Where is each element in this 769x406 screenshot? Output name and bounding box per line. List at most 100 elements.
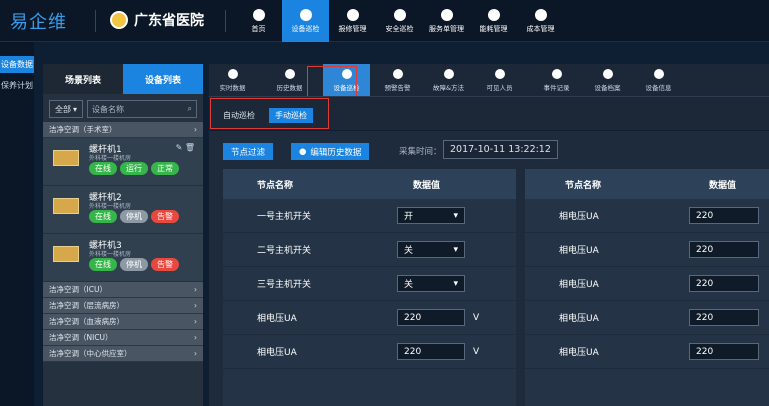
- search-input[interactable]: 设备名称 ⌕: [87, 100, 197, 118]
- table-row: 相电压UA 220 V: [223, 335, 516, 369]
- nav-service[interactable]: 服务单管理: [423, 0, 470, 42]
- realtime-icon: [227, 68, 238, 79]
- caret-down-icon: ▾: [453, 244, 458, 255]
- device-item[interactable]: 螺杆机2 外科楼一楼机房 在线 停机 告警: [43, 186, 203, 234]
- device-item[interactable]: 螺杆机3 外科楼一楼机房 在线 停机 告警: [43, 234, 203, 282]
- status-badge: 运行: [120, 162, 148, 175]
- value-select[interactable]: 关 ▾: [397, 241, 465, 258]
- divider: [95, 10, 96, 32]
- table-row: 相电压UA 220 V: [223, 301, 516, 335]
- info-icon: [653, 68, 664, 79]
- history-icon: [284, 68, 295, 79]
- tab-alert[interactable]: 预警告警: [374, 64, 421, 96]
- repair-icon: [346, 8, 359, 21]
- cost-icon: [534, 8, 547, 21]
- device-item[interactable]: 螺杆机1 外科楼一楼机房 ✎ 🗑 在线 运行 正常: [43, 138, 203, 186]
- device-thumbnail: [53, 150, 79, 166]
- device-thumbnail: [53, 246, 79, 262]
- caret-down-icon: ▾: [453, 278, 458, 289]
- group-header[interactable]: 洁净空调（手术室） ›: [43, 122, 203, 138]
- top-nav: 首页 设备巡检 报修管理 安全巡检 服务单管理 能耗管理 成本管理: [235, 0, 564, 42]
- status-badge: 告警: [151, 258, 179, 271]
- caret-down-icon: ▾: [72, 104, 77, 114]
- tab-device-list[interactable]: 设备列表: [123, 64, 203, 94]
- value-input[interactable]: 220: [689, 275, 759, 292]
- nav-cost[interactable]: 成本管理: [517, 0, 564, 42]
- tab-events[interactable]: 事件记录: [533, 64, 580, 96]
- value-input[interactable]: 220: [397, 343, 465, 360]
- tab-scene-list[interactable]: 场景列表: [43, 64, 123, 94]
- edit-history-button[interactable]: ● 编辑历史数据: [291, 143, 370, 160]
- status-badge: 正常: [151, 162, 179, 175]
- edit-icon[interactable]: ✎: [176, 143, 183, 152]
- collect-time-label: 采集时间：: [399, 147, 442, 157]
- nav-home[interactable]: 首页: [235, 0, 282, 42]
- status-badge: 停机: [120, 258, 148, 271]
- search-icon: ⌕: [187, 104, 192, 113]
- col-data-value: 数据值: [709, 180, 737, 191]
- alert-icon: [392, 68, 403, 79]
- group-header[interactable]: 洁净空调（ICU） ›: [43, 282, 203, 298]
- value-input[interactable]: 220: [689, 309, 759, 326]
- nav-device-inspection[interactable]: 设备巡检: [282, 0, 329, 42]
- chevron-right-icon: ›: [194, 301, 197, 310]
- col-data-value: 数据值: [413, 180, 441, 191]
- left-nav: 设备数据 保养计划: [0, 42, 34, 406]
- fault-icon: [443, 68, 454, 79]
- value-select[interactable]: 开 ▾: [397, 207, 465, 224]
- device-thumbnail: [53, 198, 79, 214]
- tab-history[interactable]: 历史数据: [266, 64, 313, 96]
- tab-personnel[interactable]: 可见人员: [476, 64, 523, 96]
- table-row: 相电压UA 220: [525, 233, 769, 267]
- divider: [225, 10, 226, 32]
- table-row: 相电压UA 220: [525, 267, 769, 301]
- status-badge: 在线: [89, 210, 117, 223]
- col-node-name: 节点名称: [565, 180, 602, 191]
- node-filter-button[interactable]: 节点过滤: [223, 143, 274, 160]
- table-row: 相电压UA 220: [525, 199, 769, 233]
- archive-icon: [602, 68, 613, 79]
- unit-label: V: [473, 346, 480, 357]
- brand-logo: 易企维: [10, 12, 67, 33]
- value-input[interactable]: 220: [689, 207, 759, 224]
- group-header[interactable]: 洁净空调（NICU） ›: [43, 330, 203, 346]
- group-header[interactable]: 洁净空调（层流病房） ›: [43, 298, 203, 314]
- value-input[interactable]: 220: [689, 241, 759, 258]
- nav-energy[interactable]: 能耗管理: [470, 0, 517, 42]
- device-panel: 场景列表 设备列表 全部 ▾ 设备名称 ⌕ 洁净空调（手术室） › 螺杆机1 外科楼一…: [43, 64, 203, 406]
- chevron-right-icon: ›: [194, 285, 197, 294]
- tab-archive[interactable]: 设备档案: [584, 64, 631, 96]
- value-input[interactable]: 220: [397, 309, 465, 326]
- status-badge: 在线: [89, 162, 117, 175]
- table-row: 相电压UA 220: [525, 335, 769, 369]
- person-icon: [494, 68, 505, 79]
- filter-select[interactable]: 全部 ▾: [49, 100, 83, 118]
- group-header[interactable]: 洁净空调（血液病房） ›: [43, 314, 203, 330]
- collect-time-field[interactable]: 2017-10-11 13:22:12: [443, 140, 558, 159]
- leftnav-device-data[interactable]: 设备数据: [0, 56, 34, 73]
- group-header[interactable]: 洁净空调（中心供应室） ›: [43, 346, 203, 362]
- tab-realtime[interactable]: 实时数据: [209, 64, 256, 96]
- chevron-right-icon: ›: [194, 349, 197, 358]
- delete-icon[interactable]: 🗑: [185, 143, 195, 152]
- table-row: 相电压UA 220: [525, 301, 769, 335]
- hospital-name: 广东省医院: [134, 13, 204, 29]
- nav-repair[interactable]: 报修管理: [329, 0, 376, 42]
- nav-safety[interactable]: 安全巡检: [376, 0, 423, 42]
- tab-info[interactable]: 设备信息: [635, 64, 682, 96]
- hospital-selector[interactable]: 广东省医院: [110, 10, 204, 30]
- status-badge: 在线: [89, 258, 117, 271]
- hospital-icon: [110, 11, 128, 29]
- secondary-tabs: 实时数据 历史数据 设备巡检 预警告警 故障&方法 可见人员 事件记录 设备档案…: [209, 64, 769, 96]
- status-badge: 告警: [151, 210, 179, 223]
- tab-fault[interactable]: 故障&方法: [425, 64, 472, 96]
- content-area: 节点过滤 ● 编辑历史数据 采集时间： 2017-10-11 13:22:12 节…: [209, 131, 769, 406]
- value-input[interactable]: 220: [689, 343, 759, 360]
- table-row: 一号主机开关开 ▾: [223, 199, 516, 233]
- value-select[interactable]: 关 ▾: [397, 275, 465, 292]
- table-row: 二号主机开关关 ▾: [223, 233, 516, 267]
- highlight-box: [210, 98, 329, 129]
- leftnav-maintenance-plan[interactable]: 保养计划: [0, 77, 34, 94]
- inspection-icon: [299, 8, 312, 21]
- left-data-table: 节点名称 数据值 一号主机开关开 ▾ 二号主机开关关 ▾ 三号主机开关关 ▾ 相电压UA…: [223, 169, 516, 406]
